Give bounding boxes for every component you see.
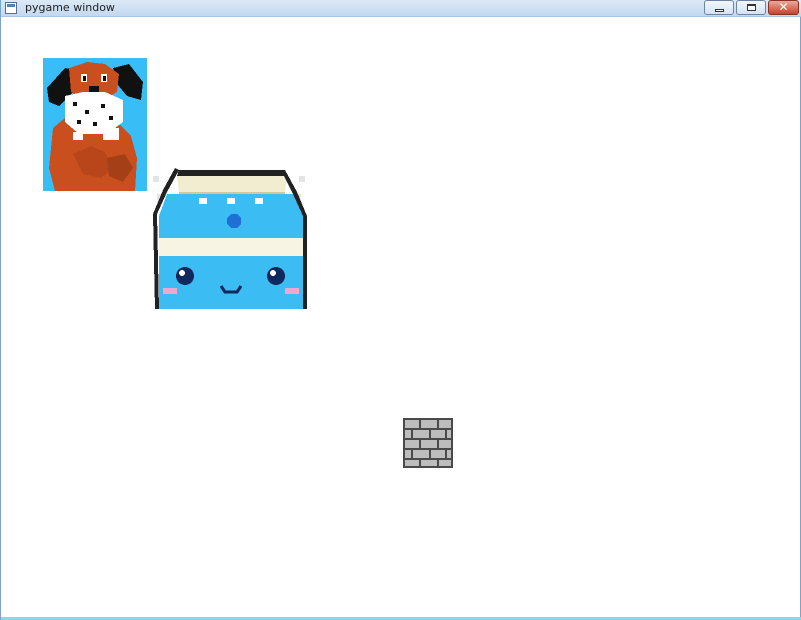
close-icon: ✕	[778, 0, 789, 14]
window-title: pygame window	[25, 1, 115, 14]
minimize-icon	[715, 9, 724, 12]
app-window-icon	[5, 2, 17, 14]
brick-block-sprite	[403, 418, 453, 468]
duck-hunt-dog-sprite	[43, 58, 147, 191]
title-bar[interactable]: pygame window ✕	[1, 0, 801, 17]
maximize-icon	[747, 4, 756, 11]
milk-carton-sprite	[153, 166, 307, 309]
close-button[interactable]: ✕	[768, 0, 799, 15]
maximize-button[interactable]	[736, 0, 766, 15]
pygame-window: pygame window ✕	[0, 0, 801, 620]
minimize-button[interactable]	[704, 0, 734, 15]
